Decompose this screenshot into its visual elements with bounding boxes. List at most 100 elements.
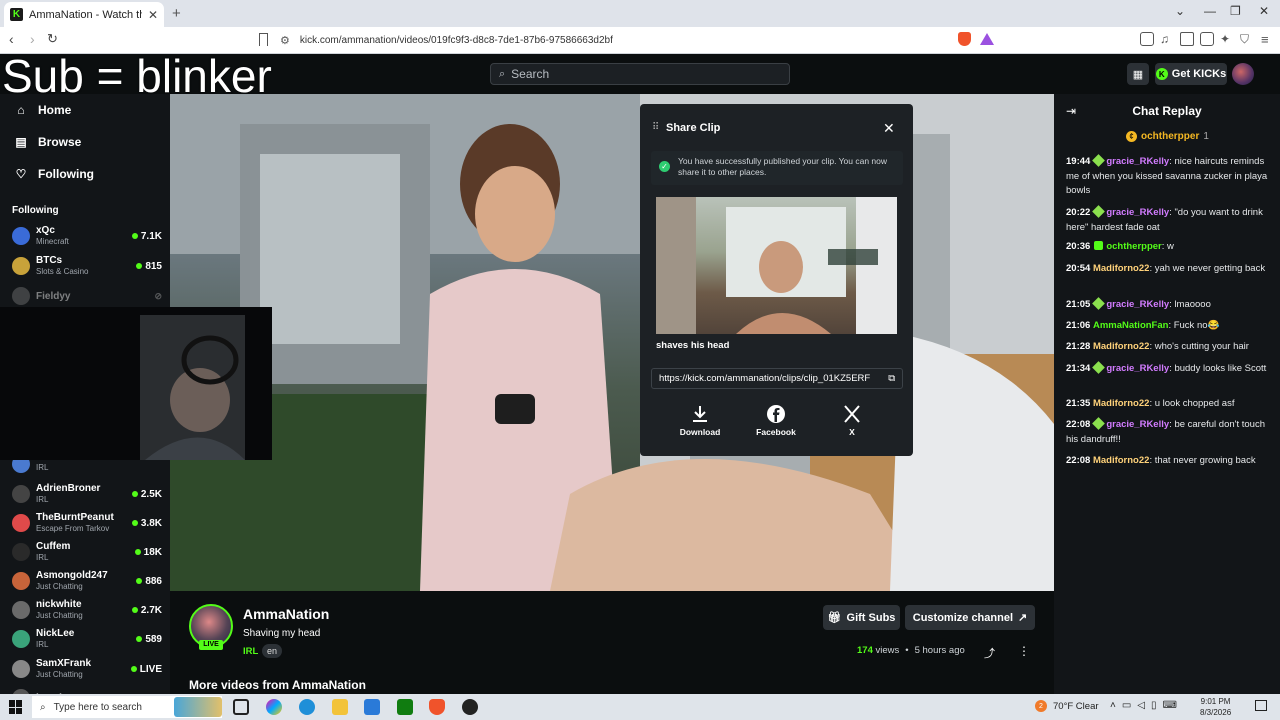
followed-channel[interactable]: NickLee IRL 589 [12, 625, 162, 653]
media-icon[interactable]: ♫ [1160, 32, 1174, 46]
ai-icon[interactable]: ✦ [1220, 32, 1234, 46]
category-link[interactable]: IRL [243, 646, 258, 657]
message-time: 20:54 [1066, 263, 1091, 274]
vpn-icon[interactable]: ⛉ [1240, 32, 1254, 46]
browser-tab[interactable]: K AmmaNation - Watch the VOD ✕ [4, 2, 164, 27]
message-username[interactable]: gracie_RKelly [1106, 299, 1169, 310]
menu-icon[interactable]: ≡ [1261, 32, 1275, 47]
bookmark-icon[interactable] [259, 33, 268, 46]
back-icon[interactable]: ‹ [9, 31, 14, 47]
drag-handle-icon[interactable]: ⠿ [652, 122, 659, 133]
mail-icon[interactable] [364, 699, 380, 715]
url-field[interactable]: ⚙ kick.com/ammanation/videos/019fc9f3-d8… [280, 31, 1000, 50]
viewer-count: LIVE [130, 664, 162, 675]
sidebar-item-browse[interactable]: ▤ Browse [14, 135, 81, 149]
extensions-icon[interactable] [1140, 32, 1154, 46]
start-icon[interactable] [9, 700, 23, 714]
chat-gifter-leaderboard[interactable]: ¢ ochtherpper 1 [1126, 131, 1209, 142]
message-username[interactable]: Madiforno22 [1093, 263, 1149, 274]
get-kicks-button[interactable]: K Get KICKs [1155, 63, 1227, 85]
message-username[interactable]: Madiforno22 [1093, 398, 1149, 409]
viewer-count: 2.5K [131, 489, 162, 500]
forward-icon[interactable]: › [30, 31, 35, 47]
customize-channel-button[interactable]: Customize channel ↗ [905, 605, 1035, 630]
viewer-count: 886 [136, 576, 162, 587]
message-username[interactable]: gracie_RKelly [1106, 363, 1169, 374]
network-icon[interactable]: ▭ [1122, 700, 1131, 711]
notifications-icon[interactable] [1255, 700, 1267, 711]
file-explorer-icon[interactable] [332, 699, 348, 715]
followed-channel[interactable]: AdrienBroner IRL 2.5K [12, 480, 162, 508]
new-tab-icon[interactable]: + [172, 5, 181, 22]
sub-badge-icon [1092, 205, 1106, 218]
channel-name[interactable]: AmmaNation [243, 606, 329, 622]
wallet-icon[interactable] [1200, 32, 1214, 46]
language-tag[interactable]: en [262, 644, 283, 658]
window-close-icon[interactable]: ✕ [1259, 4, 1269, 18]
message-username[interactable]: ochtherpper [1106, 241, 1161, 252]
site-settings-icon[interactable]: ⚙ [280, 34, 290, 47]
followed-channel-offline[interactable]: Fieldyy ⊘ [12, 282, 162, 310]
channel-name: Cuffem [36, 541, 71, 552]
user-avatar[interactable] [1232, 63, 1254, 85]
brave-taskbar-icon[interactable] [429, 699, 445, 715]
followed-channel[interactable]: BTCs Slots & Casino 815 [12, 252, 162, 280]
download-button[interactable]: Download [670, 404, 730, 437]
edge-icon[interactable] [299, 699, 315, 715]
library-button[interactable]: ▦ [1127, 63, 1149, 85]
message-username[interactable]: gracie_RKelly [1106, 419, 1169, 430]
maximize-icon[interactable]: ❐ [1230, 4, 1241, 18]
minimize-icon[interactable]: — [1204, 4, 1216, 18]
followed-channel[interactable]: TheBurntPeanut Escape From Tarkov 3.8K [12, 509, 162, 537]
followed-channel[interactable]: Asmongold247 Just Chatting 886 [12, 567, 162, 595]
channel-name: AdrienBroner [36, 483, 101, 494]
brave-shield-icon[interactable] [958, 32, 971, 46]
xbox-icon[interactable] [397, 699, 413, 715]
gift-subs-button[interactable]: 🎁︎ Gift Subs [823, 605, 900, 630]
brave-rewards-icon[interactable] [980, 33, 994, 45]
share-icon[interactable]: ⤴ [984, 645, 995, 661]
search-highlight-icon[interactable] [174, 697, 222, 717]
channel-avatar [12, 287, 30, 305]
search-input[interactable]: ⌕ Search [490, 63, 790, 85]
followed-channel[interactable]: Cuffem IRL 18K [12, 538, 162, 566]
offline-icon: ⊘ [154, 290, 162, 301]
followed-channel[interactable]: SamXFrank Just Chatting LIVE [12, 655, 162, 683]
copilot-icon[interactable] [266, 699, 282, 715]
weather-widget[interactable]: 2 70°F Clear [1035, 700, 1099, 712]
followed-channel[interactable]: xQc Minecraft 7.1K [12, 222, 162, 250]
modal-close-icon[interactable]: ✕ [883, 120, 895, 137]
message-username[interactable]: Madiforno22 [1093, 341, 1149, 352]
facebook-share-button[interactable]: Facebook [746, 404, 806, 437]
obs-icon[interactable] [462, 699, 478, 715]
message-username[interactable]: AmmaNationFan [1093, 320, 1168, 331]
sidebar-item-following[interactable]: ♡ Following [14, 167, 94, 181]
clip-thumbnail[interactable] [656, 197, 897, 334]
tray-chevron-icon[interactable]: ˄ [1110, 700, 1116, 711]
copy-icon[interactable]: ⧉ [888, 373, 895, 384]
message-username[interactable]: gracie_RKelly [1106, 156, 1169, 167]
language-icon[interactable]: ⌨ [1163, 700, 1177, 711]
task-view-icon[interactable] [233, 699, 249, 715]
sidebar-item-home[interactable]: ⌂ Home [14, 103, 71, 117]
video-player[interactable] [170, 94, 1054, 591]
message-username[interactable]: Madiforno22 [1093, 455, 1149, 466]
channel-avatar [12, 485, 30, 503]
clip-url-field[interactable]: https://kick.com/ammanation/clips/clip_0… [651, 368, 903, 389]
volume-icon[interactable]: ◁ [1137, 700, 1145, 711]
reload-icon[interactable]: ↻ [47, 31, 58, 47]
more-options-icon[interactable]: ⋮ [1018, 644, 1030, 658]
message-username[interactable]: gracie_RKelly [1106, 207, 1169, 218]
live-dot-icon [131, 520, 138, 526]
system-tray[interactable]: ˄ ▭ ◁ ▯ ⌨ [1110, 700, 1177, 711]
x-share-button[interactable]: X [822, 404, 882, 437]
sidebar-toggle-icon[interactable] [1180, 32, 1194, 46]
viewer-count: 2.7K [131, 605, 162, 616]
followed-channel[interactable]: nickwhite Just Chatting 2.7K [12, 596, 162, 624]
tab-close-icon[interactable]: ✕ [148, 8, 158, 22]
taskbar-clock[interactable]: 9:01 PM 8/3/2026 [1200, 696, 1231, 718]
message-time: 20:22 [1066, 207, 1091, 218]
battery-icon[interactable]: ▯ [1151, 700, 1157, 711]
clock-time: 9:01 PM [1200, 697, 1231, 706]
tab-list-icon[interactable]: ⌄ [1175, 4, 1185, 18]
